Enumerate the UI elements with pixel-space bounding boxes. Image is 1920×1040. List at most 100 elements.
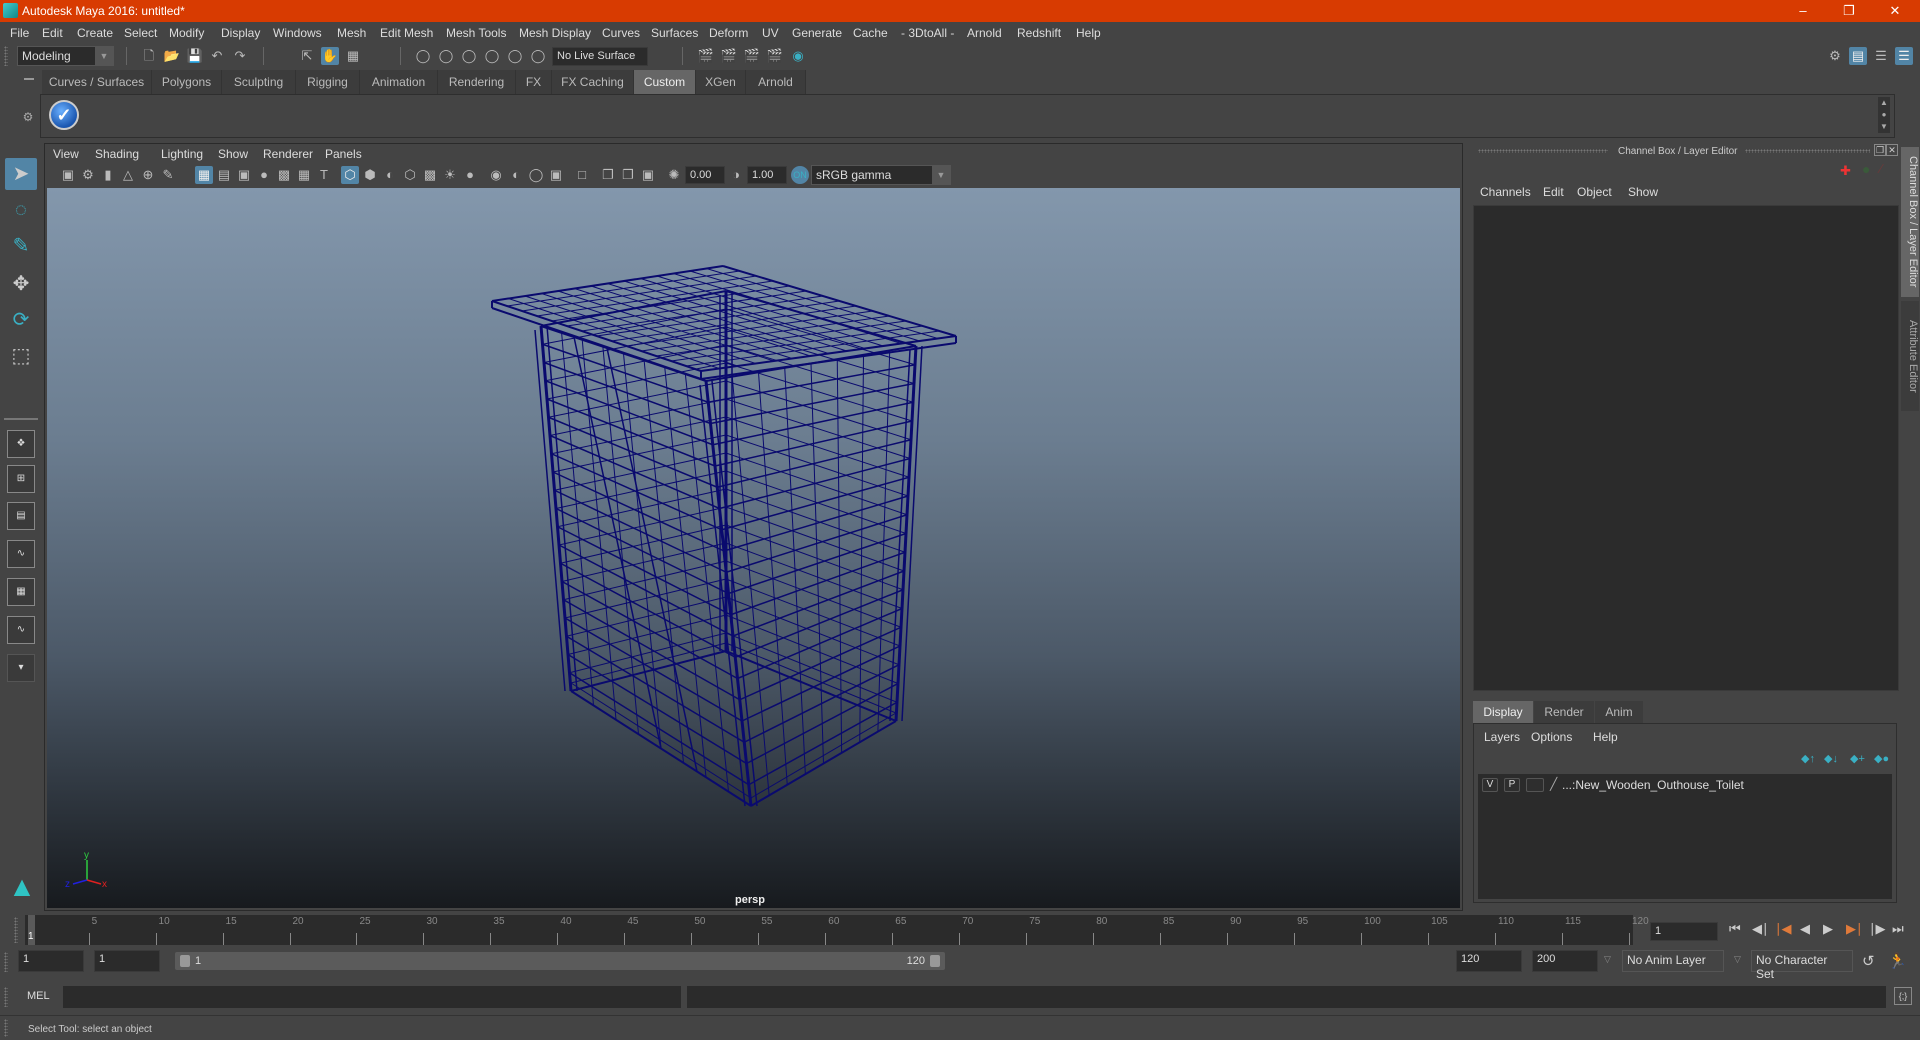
character-set-dropdown[interactable]: No Character Set (1751, 950, 1853, 981)
menu-mesh-display[interactable]: Mesh Display (519, 26, 591, 40)
hypershade-icon[interactable]: ◉ (789, 47, 807, 65)
use-all-lights-icon[interactable]: ☀ (441, 166, 459, 184)
gamma-icon[interactable]: ◑ (727, 166, 745, 184)
shelf-settings-gear-icon[interactable]: ⚙ (20, 110, 36, 126)
current-frame-field[interactable]: 1 (1650, 922, 1718, 941)
menu-mesh[interactable]: Mesh (337, 26, 366, 40)
layer-playback-toggle[interactable]: P (1504, 778, 1520, 792)
four-pane-layout-icon[interactable]: ⊞ (7, 465, 35, 493)
step-back-key-icon[interactable]: ∣◀ (1775, 921, 1792, 937)
tab-fx-caching[interactable]: FX Caching (552, 70, 634, 94)
tab-curves-surfaces[interactable]: Curves / Surfaces (42, 70, 152, 94)
tab-sculpting[interactable]: Sculpting (222, 70, 296, 94)
slash-icon[interactable]: ∕ (1880, 161, 1882, 176)
tab-fx[interactable]: FX (516, 70, 552, 94)
select-object-icon[interactable]: ✋ (321, 47, 339, 65)
range-end-handle[interactable] (930, 955, 940, 967)
screen-space-ao-icon[interactable]: ◉ (487, 166, 505, 184)
snap-grid-icon[interactable]: ◯ (414, 47, 432, 65)
menu-file[interactable]: File (10, 26, 29, 40)
command-input[interactable] (63, 986, 681, 1008)
snap-point-icon[interactable]: ◯ (460, 47, 478, 65)
menu-edit-mesh[interactable]: Edit Mesh (380, 26, 433, 40)
manipulator-axis-icon[interactable]: ✚ (1840, 163, 1851, 179)
motion-blur-icon[interactable]: ◐ (507, 166, 525, 184)
viewport-menu-panels[interactable]: Panels (325, 147, 362, 161)
new-scene-icon[interactable]: 🗋 (140, 47, 158, 65)
panel-grip[interactable] (1478, 149, 1608, 153)
more-layouts-icon[interactable]: ▾ (7, 654, 35, 682)
gamma-field[interactable]: 1.00 (747, 166, 787, 184)
animation-end-field[interactable]: 200 (1532, 950, 1598, 972)
character-set-chevron-icon[interactable]: ▽ (1734, 954, 1741, 965)
layer-tab-display[interactable]: Display (1473, 701, 1533, 723)
select-hierarchy-icon[interactable]: ⇱ (298, 47, 316, 65)
close-panel-icon[interactable]: ✕ (1886, 144, 1898, 156)
depth-of-field-icon[interactable]: ▣ (547, 166, 565, 184)
layer-name[interactable]: ...:New_Wooden_Outhouse_Toilet (1562, 778, 1744, 792)
layer-row[interactable]: V P ╱ ...:New_Wooden_Outhouse_Toilet (1478, 774, 1892, 796)
menu-deform[interactable]: Deform (709, 26, 748, 40)
wireframe-on-shaded-icon[interactable]: ◐ (381, 166, 399, 184)
move-tool-icon[interactable]: ✥ (5, 268, 37, 300)
menu-display[interactable]: Display (221, 26, 260, 40)
menuset-dropdown[interactable]: Modeling ▼ (17, 46, 114, 66)
cb-menu-show[interactable]: Show (1628, 185, 1658, 199)
layer-tab-anim[interactable]: Anim (1595, 701, 1643, 723)
time-slider-track[interactable]: 1 5 10 15 20 25 30 35 40 45 50 55 60 65 70 75 80 85 90 95 1… (25, 915, 1649, 945)
xray-joints-icon[interactable]: ❐ (599, 166, 617, 184)
camera-icon[interactable]: ▣ (59, 166, 77, 184)
close-button[interactable]: ✕ (1872, 0, 1918, 22)
textured-icon[interactable]: ▩ (421, 166, 439, 184)
save-scene-icon[interactable]: 💾 (186, 47, 204, 65)
smooth-shade-icon[interactable]: ⬢ (361, 166, 379, 184)
grease-pencil-icon[interactable]: ✎ (159, 166, 177, 184)
single-pane-layout-icon[interactable]: ❖ (7, 430, 35, 458)
tab-animation[interactable]: Animation (360, 70, 438, 94)
toolbar-grip[interactable] (4, 952, 8, 972)
tab-rendering[interactable]: Rendering (438, 70, 516, 94)
move-layer-down-icon[interactable]: ◆↓ (1824, 752, 1838, 765)
persp-outliner-graph-layout-icon[interactable]: ∿ (7, 616, 35, 644)
toolbar-grip[interactable] (4, 1019, 8, 1037)
menu-cache[interactable]: Cache (853, 26, 888, 40)
tool-settings-icon[interactable]: ☰ (1872, 47, 1890, 65)
step-forward-frame-icon[interactable]: ∣▶ (1869, 921, 1886, 937)
snap-surface-icon[interactable]: ◯ (506, 47, 524, 65)
render-view-icon[interactable]: 🎬 (697, 47, 715, 65)
toolbar-grip[interactable] (4, 46, 8, 66)
modeling-toolkit-icon[interactable]: ⚙ (1826, 47, 1844, 65)
anti-aliasing-icon[interactable]: ◯ (527, 166, 545, 184)
shelf-menu-icon[interactable] (24, 78, 34, 80)
gate-mask-icon[interactable]: ● (255, 166, 273, 184)
wireframe-icon[interactable]: ⬡ (341, 166, 359, 184)
film-gate-icon[interactable]: ▤ (215, 166, 233, 184)
script-editor-icon[interactable]: {;} (1894, 987, 1912, 1005)
viewport-menu-view[interactable]: View (53, 147, 79, 161)
go-to-end-icon[interactable]: ⏭ (1892, 921, 1904, 937)
resolution-gate-icon[interactable]: ▣ (235, 166, 253, 184)
ipr-render-icon[interactable]: 🎬 (743, 47, 761, 65)
channel-box-area[interactable] (1473, 205, 1899, 691)
layer-menu-options[interactable]: Options (1531, 730, 1572, 744)
auto-key-icon[interactable]: ↺ (1862, 952, 1875, 970)
step-back-frame-icon[interactable]: ◀∣ (1752, 921, 1769, 937)
checkmark-shelf-button-icon[interactable]: ✓ (49, 100, 79, 130)
menu-curves[interactable]: Curves (602, 26, 640, 40)
rotate-tool-icon[interactable]: ⟳ (5, 304, 37, 336)
menu-redshift[interactable]: Redshift (1017, 26, 1061, 40)
hypershade-persp-layout-icon[interactable]: ▦ (7, 578, 35, 606)
toolbar-grip[interactable] (14, 917, 18, 943)
menu-windows[interactable]: Windows (273, 26, 322, 40)
restore-button[interactable]: ❐ (1826, 0, 1872, 22)
viewport-menu-lighting[interactable]: Lighting (161, 147, 203, 161)
tab-arnold[interactable]: Arnold (746, 70, 806, 94)
layer-display-type-toggle[interactable] (1526, 778, 1544, 792)
color-space-dropdown[interactable]: sRGB gamma ▼ (811, 165, 951, 185)
tab-rigging[interactable]: Rigging (296, 70, 360, 94)
cb-menu-edit[interactable]: Edit (1543, 185, 1564, 199)
command-language-label[interactable]: MEL (27, 990, 50, 1002)
menu-modify[interactable]: Modify (169, 26, 204, 40)
attribute-editor-toggle-icon[interactable]: ▤ (1849, 47, 1867, 65)
side-tab-attribute-editor[interactable]: Attribute Editor (1901, 301, 1919, 411)
